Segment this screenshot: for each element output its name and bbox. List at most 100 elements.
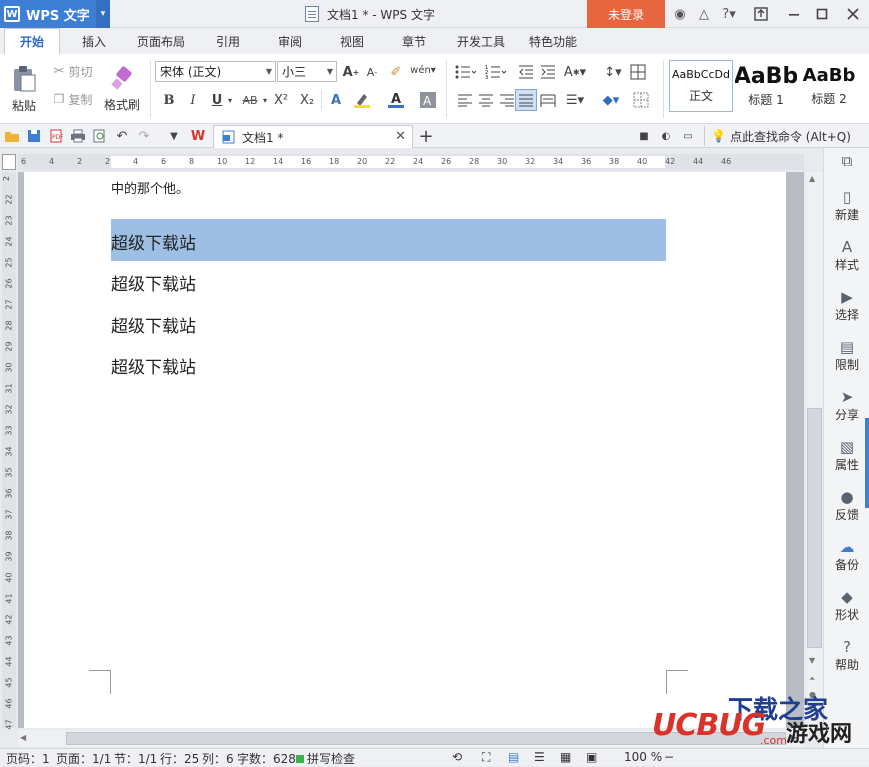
phonetic-guide-icon[interactable]: wén▾: [410, 60, 436, 80]
spellcheck-toggle[interactable]: 拼写检查: [296, 750, 355, 767]
style-normal[interactable]: AaBbCcDd 正文: [669, 60, 733, 112]
paste-button[interactable]: 粘贴: [6, 60, 42, 118]
distributed-align-icon[interactable]: [538, 90, 558, 110]
increase-indent-icon[interactable]: [538, 62, 558, 82]
command-search[interactable]: 💡 点此查找命令 (Alt+Q): [704, 126, 851, 146]
panel-edge-tab[interactable]: [865, 418, 869, 508]
web-view-icon[interactable]: ▦: [560, 750, 571, 764]
open-folder-icon[interactable]: [2, 126, 22, 146]
zoom-out-icon[interactable]: −: [664, 750, 674, 764]
history-icon[interactable]: ⟲: [452, 750, 462, 764]
font-size-select[interactable]: 小三 ▼: [277, 61, 337, 82]
customize-toolbar-icon[interactable]: ▼: [164, 126, 184, 146]
close-button[interactable]: [838, 0, 868, 28]
panel-toggle-icon[interactable]: ⧉: [824, 152, 869, 172]
reading-view-icon[interactable]: ▣: [586, 750, 597, 764]
panel-share[interactable]: ➤ 分享: [824, 388, 869, 423]
outline-view-icon[interactable]: ☰: [534, 750, 545, 764]
change-case-icon[interactable]: A ✱ ▾: [562, 62, 588, 82]
sort-icon[interactable]: ↕▾: [600, 62, 626, 82]
bold-button[interactable]: B: [159, 90, 179, 110]
align-right-icon[interactable]: [497, 90, 517, 110]
scroll-left-icon[interactable]: ◀: [20, 733, 26, 742]
tab-start[interactable]: 开始: [4, 28, 60, 54]
app-menu-dropdown-icon[interactable]: ▾: [96, 0, 110, 28]
panel-shape[interactable]: ◆ 形状: [824, 588, 869, 623]
zoom-level[interactable]: 100 %: [624, 750, 662, 764]
italic-button[interactable]: I: [183, 90, 203, 110]
print-icon[interactable]: [68, 126, 88, 146]
doc-line[interactable]: 超级下载站: [111, 312, 196, 337]
line-spacing-icon[interactable]: ☰▾: [562, 90, 588, 110]
panel-properties[interactable]: ▧ 属性: [824, 438, 869, 473]
horizontal-ruler[interactable]: 6 4 2 2 4 6 8 10 12 14 16 18 20 22 24 26 28 30 32 34 36 38 40 4…: [18, 154, 804, 170]
doc-line[interactable]: 超级下载站: [111, 353, 196, 378]
table-border-icon[interactable]: [628, 62, 648, 82]
status-row[interactable]: 行：25: [160, 750, 199, 767]
minimize-button[interactable]: [779, 0, 809, 28]
strike-dropdown-icon[interactable]: ▾: [260, 90, 270, 110]
tab-developer[interactable]: 开发工具: [448, 28, 514, 54]
scroll-up-icon[interactable]: ▲: [809, 174, 815, 183]
tab-stop-selector[interactable]: [2, 154, 16, 170]
status-word-count[interactable]: 字数：628: [237, 750, 296, 767]
panel-style[interactable]: A 样式: [824, 238, 869, 273]
panel-select[interactable]: ▶ 选择: [824, 288, 869, 323]
paragraph-shading-icon[interactable]: ◆▾: [598, 90, 624, 110]
panel-help[interactable]: ? 帮助: [824, 638, 869, 673]
wps-home-icon[interactable]: W: [188, 126, 208, 146]
superscript-button[interactable]: X²: [270, 90, 292, 110]
panel-new[interactable]: ▯ 新建: [824, 188, 869, 223]
style-heading-1[interactable]: AaBb 标题 1: [735, 60, 797, 112]
underline-dropdown-icon[interactable]: ▾: [224, 90, 236, 110]
panel-backup[interactable]: ☁ 备份: [824, 538, 869, 573]
subscript-button[interactable]: X₂: [296, 90, 318, 110]
cut-button[interactable]: ✂ 剪切: [48, 62, 98, 80]
doc-line-selected[interactable]: 超级下载站: [111, 229, 196, 254]
bullet-list-icon[interactable]: [452, 62, 480, 82]
scroll-down-icon[interactable]: ▼: [809, 656, 815, 665]
redo-icon[interactable]: ↷: [134, 126, 154, 146]
align-left-icon[interactable]: [455, 90, 475, 110]
tab-section[interactable]: 章节: [386, 28, 442, 54]
new-tab-icon[interactable]: +: [416, 126, 436, 147]
tab-references[interactable]: 引用: [200, 28, 256, 54]
doc-tool-icon-2[interactable]: ◐: [656, 126, 676, 146]
restore-toolbar-icon[interactable]: [746, 0, 776, 28]
export-pdf-icon[interactable]: PDF: [46, 126, 66, 146]
text-effect-icon[interactable]: A: [326, 90, 346, 110]
font-name-select[interactable]: 宋体 (正文) ▼: [155, 61, 276, 82]
format-painter-button[interactable]: 格式刷: [100, 60, 144, 118]
shirt-icon[interactable]: ◉: [670, 4, 690, 24]
justify-button[interactable]: [515, 89, 537, 111]
app-menu-button[interactable]: W WPS 文字: [0, 0, 96, 28]
borders-icon[interactable]: [628, 90, 654, 110]
style-heading-2[interactable]: AaBb 标题 2: [799, 60, 859, 112]
tab-insert[interactable]: 插入: [66, 28, 122, 54]
doc-tool-icon-3[interactable]: ▭: [678, 126, 698, 146]
print-preview-icon[interactable]: [90, 126, 110, 146]
strikethrough-button[interactable]: AB: [239, 90, 261, 110]
status-col[interactable]: 列：6: [202, 750, 234, 767]
vertical-ruler[interactable]: 2 22 23 24 25 26 27 28 29 30 31 32 33 34 35 36 37 38 39 40 4…: [2, 172, 16, 730]
vertical-scrollbar[interactable]: ▲ ▼ ⏶ ● ⏷: [806, 172, 823, 728]
copy-button[interactable]: ❐ 复制: [48, 90, 98, 108]
save-icon[interactable]: [24, 126, 44, 146]
skin-icon[interactable]: △: [694, 4, 714, 24]
decrease-indent-icon[interactable]: [516, 62, 536, 82]
tab-view[interactable]: 视图: [324, 28, 380, 54]
numbered-list-icon[interactable]: 123: [482, 62, 510, 82]
help-icon[interactable]: ? ▾: [718, 4, 740, 24]
doc-paragraph[interactable]: 中的那个他。: [111, 178, 189, 197]
close-tab-icon[interactable]: ✕: [395, 129, 406, 144]
scrollbar-thumb[interactable]: [807, 408, 822, 648]
prev-page-icon[interactable]: ⏶: [809, 674, 815, 684]
status-page[interactable]: 页面：1/1: [56, 750, 111, 767]
page-view-icon[interactable]: ▤: [508, 750, 519, 764]
doc-line[interactable]: 超级下载站: [111, 270, 196, 295]
undo-icon[interactable]: ↶: [112, 126, 132, 146]
highlight-color-icon[interactable]: [352, 90, 372, 110]
clear-format-icon[interactable]: ✐: [386, 62, 406, 82]
doc-tool-icon-1[interactable]: ■: [634, 126, 654, 146]
panel-restrict[interactable]: ▤ 限制: [824, 338, 869, 373]
